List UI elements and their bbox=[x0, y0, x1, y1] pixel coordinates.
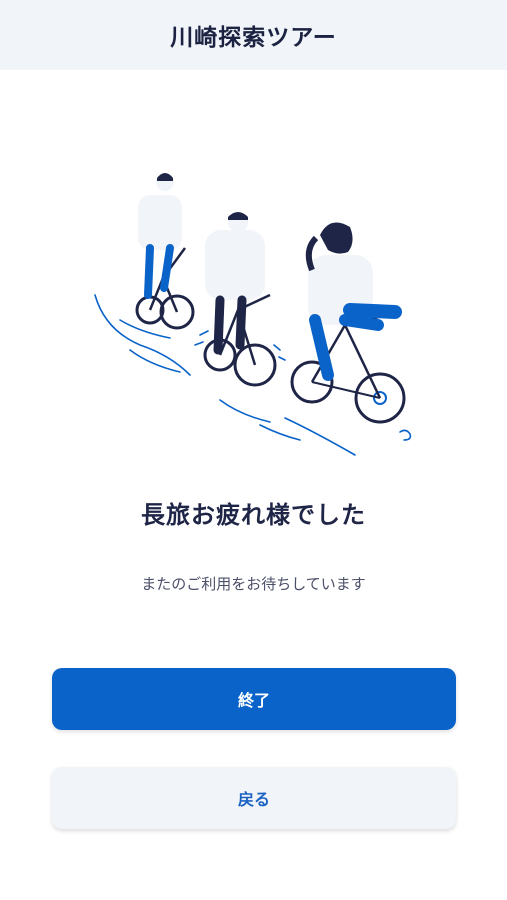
completion-heading: 長旅お疲れ様でした bbox=[141, 501, 366, 529]
completion-subtext: またのご利用をお待ちしています bbox=[141, 575, 366, 593]
cyclists-illustration bbox=[94, 173, 412, 456]
back-button[interactable]: 戻る bbox=[52, 767, 456, 829]
header-title: 川崎探索ツアー bbox=[170, 25, 337, 51]
cyclist-2 bbox=[203, 212, 277, 387]
cyclist-1 bbox=[135, 173, 195, 330]
app-header: 川崎探索ツアー bbox=[0, 0, 507, 70]
cyclist-3 bbox=[290, 222, 406, 424]
finish-button[interactable]: 終了 bbox=[52, 668, 456, 730]
